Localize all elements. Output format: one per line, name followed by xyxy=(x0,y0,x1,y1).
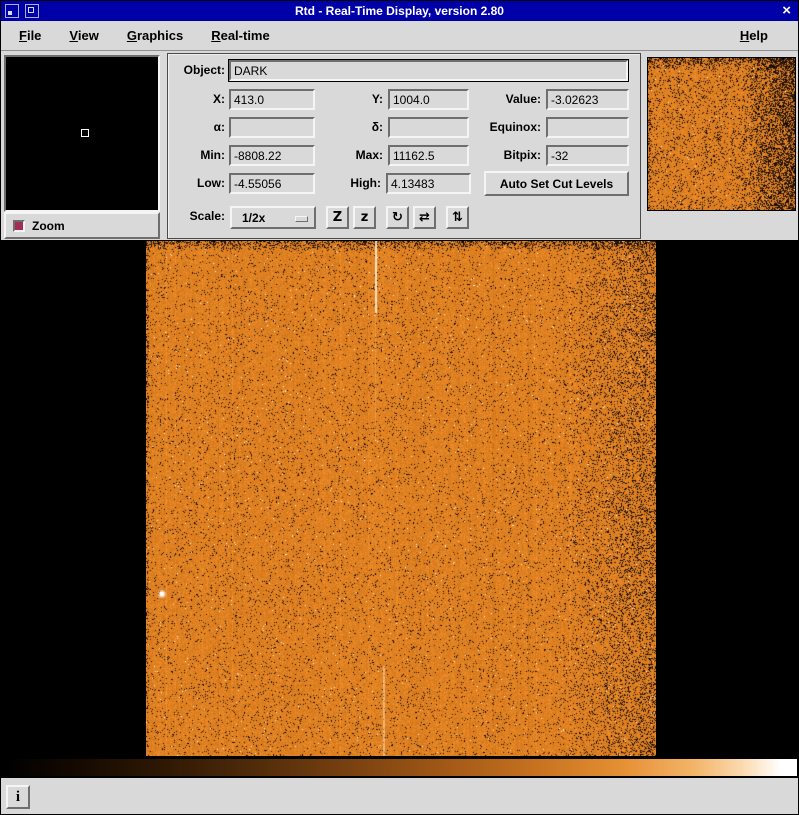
close-icon[interactable]: × xyxy=(782,1,791,21)
value-label: Value: xyxy=(471,89,541,110)
menu-graphics[interactable]: Graphics xyxy=(127,28,183,43)
max-input[interactable] xyxy=(388,145,469,166)
titlebar: Rtd - Real-Time Display, version 2.80 × xyxy=(1,1,798,21)
flip-y-icon[interactable]: ⇅ xyxy=(446,206,469,229)
menu-view[interactable]: View xyxy=(69,28,98,43)
max-label: Max: xyxy=(319,145,383,166)
colorbar xyxy=(3,758,798,777)
menubar: File View Graphics Real-time Help xyxy=(1,21,798,51)
alpha-input[interactable] xyxy=(229,117,315,138)
rotate-icon[interactable]: ↻ xyxy=(386,206,409,229)
equinox-label: Equinox: xyxy=(471,117,541,138)
high-label: High: xyxy=(319,173,381,194)
y-input[interactable] xyxy=(388,89,469,110)
low-input[interactable] xyxy=(229,173,315,194)
panning-window[interactable] xyxy=(647,57,796,211)
alpha-label: α: xyxy=(169,117,225,138)
zoom-toggle[interactable]: Zoom xyxy=(4,212,160,239)
zoom-window xyxy=(4,55,160,212)
min-label: Min: xyxy=(169,145,225,166)
zoom-out-button[interactable]: z xyxy=(353,206,376,229)
high-input[interactable] xyxy=(386,173,471,194)
object-label: Object: xyxy=(147,60,225,81)
menu-file[interactable]: File xyxy=(19,28,41,43)
y-label: Y: xyxy=(319,89,383,110)
main-image[interactable] xyxy=(146,241,656,756)
zoom-label: Zoom xyxy=(32,219,65,233)
statusbar: i xyxy=(1,777,798,815)
zoom-in-button[interactable]: Z xyxy=(326,206,349,229)
equinox-input[interactable] xyxy=(546,117,629,138)
zoom-marker xyxy=(81,129,89,137)
object-input[interactable] xyxy=(229,60,628,81)
bitpix-input[interactable] xyxy=(546,145,629,166)
x-input[interactable] xyxy=(229,89,315,110)
option-menu-indicator-icon xyxy=(295,216,308,222)
menu-real-time[interactable]: Real-time xyxy=(211,28,270,43)
zoom-checkbox-indicator[interactable] xyxy=(13,220,25,232)
x-label: X: xyxy=(169,89,225,110)
menu-help[interactable]: Help xyxy=(740,28,768,43)
rtd-window: Rtd - Real-Time Display, version 2.80 × … xyxy=(0,0,799,815)
window-title: Rtd - Real-Time Display, version 2.80 xyxy=(1,1,798,21)
delta-label: δ: xyxy=(319,117,383,138)
info-button[interactable]: i xyxy=(6,785,30,809)
flip-x-icon[interactable]: ⇄ xyxy=(413,206,436,229)
auto-set-cut-levels-button[interactable]: Auto Set Cut Levels xyxy=(484,171,629,196)
scale-option-menu[interactable]: 1/2x xyxy=(230,206,316,229)
value-input[interactable] xyxy=(546,89,629,110)
scale-label: Scale: xyxy=(169,206,225,227)
delta-input[interactable] xyxy=(388,117,469,138)
min-input[interactable] xyxy=(229,145,315,166)
low-label: Low: xyxy=(169,173,225,194)
scale-value: 1/2x xyxy=(242,211,265,225)
bitpix-label: Bitpix: xyxy=(471,145,541,166)
